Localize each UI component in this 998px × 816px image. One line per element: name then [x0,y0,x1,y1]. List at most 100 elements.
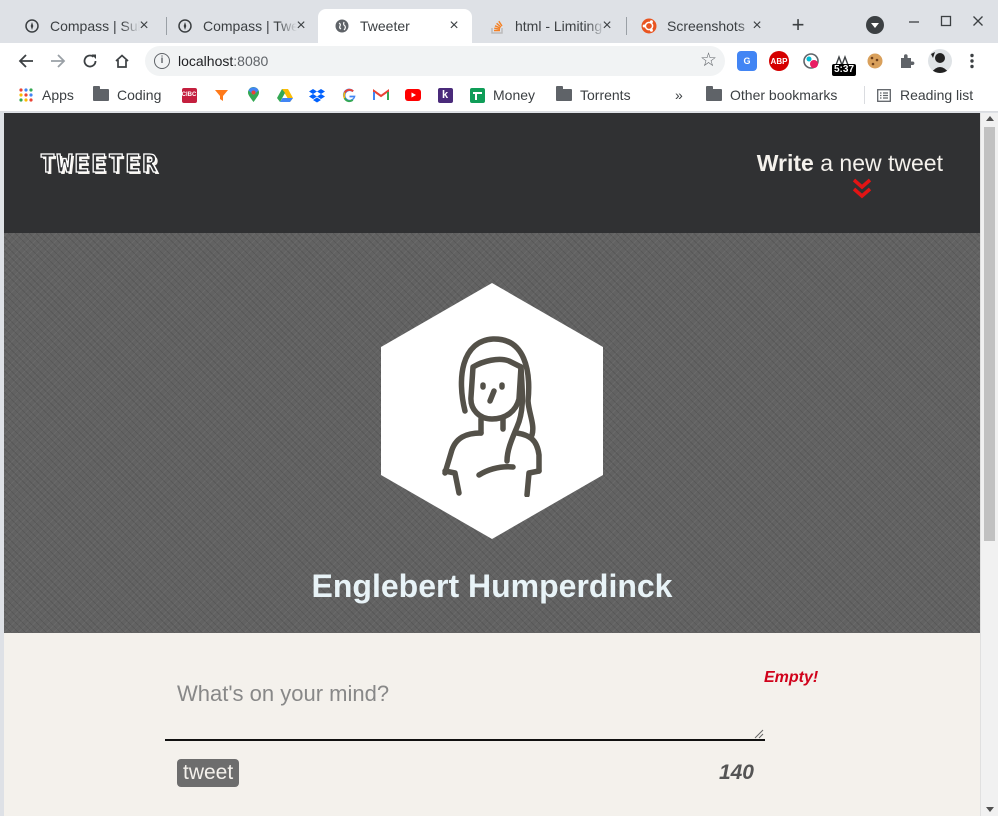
bookmark-gmail[interactable] [373,85,397,105]
bookmark-label: Money [493,87,536,103]
close-window-icon[interactable] [966,10,990,34]
cibc-icon: CIBC [181,87,197,103]
extensions-puzzle-icon[interactable] [897,51,917,71]
minimize-icon[interactable] [902,10,926,34]
close-tab-icon[interactable]: × [136,18,152,34]
bookmarks-bar: Apps Coding CIBC k Money Torrents » Othe… [0,79,998,112]
close-tab-icon[interactable]: × [293,18,309,34]
bookmark-folder-torrents[interactable]: Torrents [556,85,631,105]
close-tab-icon[interactable]: × [749,18,765,34]
bookmark-feedly[interactable] [213,85,237,105]
bookmark-apps[interactable]: Apps [18,85,74,105]
bookmark-dropbox[interactable] [309,85,333,105]
tab-title: Tweeter [360,18,410,34]
page-viewport: TWEETER Write a new tweet Englebert Hump… [4,113,980,816]
drive-icon [277,87,293,103]
new-tab-button[interactable]: + [786,14,810,38]
filter-icon [213,87,229,103]
extension-icon[interactable] [801,51,821,71]
apps-grid-icon [18,87,34,103]
close-tab-icon[interactable]: × [599,18,615,34]
bookmark-folder-coding[interactable]: Coding [93,85,161,105]
tab-tweeter[interactable]: Tweeter × [318,9,472,43]
sheets-icon [469,87,485,103]
bookmark-star-icon[interactable]: ☆ [700,49,717,72]
reload-icon[interactable] [77,48,103,74]
bookmarks-divider [864,86,865,104]
tab-strip: Compass | Submit × Compass | Tweeter × T… [0,0,998,43]
tab-html-limiting[interactable]: html - Limiting × [473,9,625,43]
write-new-tweet-button[interactable]: Write a new tweet [757,150,943,177]
user-avatar-icon [442,336,542,497]
tab-title: Compass | Tweeter [203,18,297,34]
site-logo[interactable]: TWEETER [39,148,159,178]
scroll-down-arrow-icon[interactable] [986,807,994,812]
new-tweet-form: Empty! tweet 140 [4,633,980,816]
ubuntu-icon [641,18,657,34]
tab-screenshots[interactable]: Screenshots × [625,9,775,43]
profile-avatar[interactable] [928,49,952,73]
k-icon: k [437,87,453,103]
tab-search-icon[interactable] [866,16,884,34]
tab-title: html - Limiting [515,18,603,34]
error-message: Empty! [764,669,819,686]
close-tab-icon[interactable]: × [446,18,462,34]
adblock-plus-icon[interactable]: ABP [769,51,789,71]
tweet-text-input[interactable] [165,679,765,741]
folder-icon [93,86,109,103]
tab-compass-submit[interactable]: Compass | Submit × [8,9,162,43]
stackoverflow-icon [489,18,505,34]
google-translate-icon[interactable]: G [737,51,757,71]
dropbox-icon [309,87,325,103]
more-bookmarks-button[interactable]: » [675,85,683,105]
scroll-up-arrow-icon[interactable] [986,116,994,121]
folder-icon [706,86,722,103]
bookmark-label: Coding [117,87,162,103]
bookmark-google[interactable] [341,85,365,105]
bookmark-youtube[interactable] [405,85,429,105]
url-host: localhost [178,53,234,69]
youtube-icon [405,87,421,103]
character-counter: 140 [718,761,754,784]
reading-list-button[interactable]: Reading list [876,85,973,105]
home-icon[interactable] [109,48,135,74]
address-bar[interactable]: i localhost:8080 ☆ [145,46,725,76]
user-name: Englebert Humperdinck [311,568,673,604]
site-header: TWEETER Write a new tweet [4,113,980,233]
forward-icon[interactable] [45,48,71,74]
tweet-submit-button[interactable]: tweet [177,759,240,787]
bookmark-google-maps[interactable] [245,85,269,105]
bookmark-k[interactable]: k [437,85,461,105]
site-info-icon[interactable]: i [154,53,170,69]
url-port: :8080 [233,53,269,69]
profile-header: Englebert Humperdinck [4,233,980,633]
bookmark-label: Reading list [900,87,974,103]
reading-list-icon [876,87,892,103]
bookmark-google-drive[interactable] [277,85,301,105]
bookmark-label: Torrents [580,87,631,103]
bookmark-overflow-label: » [675,87,683,103]
globe-icon [334,18,350,34]
browser-toolbar: i localhost:8080 ☆ G ABP 5:37 [0,43,998,79]
tab-title: Screenshots [667,18,745,34]
scroll-thumb[interactable] [984,127,995,541]
back-icon[interactable] [13,48,39,74]
gmail-icon [373,87,389,103]
page-scrollbar[interactable] [980,113,998,816]
tab-compass-tweeter[interactable]: Compass | Tweeter × [161,9,319,43]
bookmark-money[interactable]: Money [469,85,535,105]
browser-menu-icon[interactable] [959,48,985,74]
maximize-icon[interactable] [934,10,958,34]
maps-pin-icon [245,87,261,103]
write-label-bold: Write [756,150,814,176]
compass-icon [177,18,193,34]
bookmark-cibc[interactable]: CIBC [181,85,205,105]
extension-badge: 5:37 [832,64,857,76]
cookie-icon[interactable] [865,51,885,71]
bookmark-folder-other[interactable]: Other bookmarks [706,85,837,105]
resize-grip-icon[interactable] [754,729,764,739]
double-chevron-down-icon[interactable] [852,178,872,200]
url-text[interactable]: localhost:8080 [178,53,268,69]
folder-icon [556,86,572,103]
bookmark-label: Other bookmarks [730,87,838,103]
